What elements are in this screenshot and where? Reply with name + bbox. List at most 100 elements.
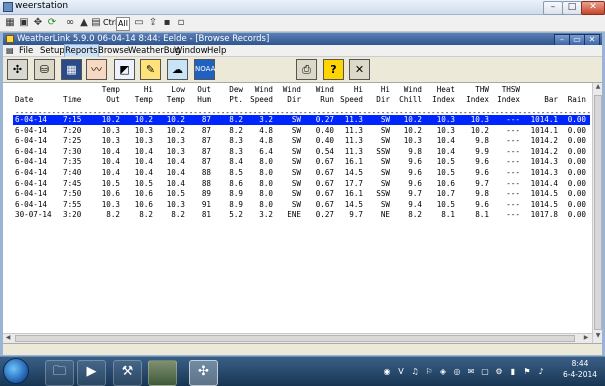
table-cell: 91 — [201, 199, 211, 209]
header-top-cell: Wind — [315, 85, 334, 94]
help-icon[interactable]: ? — [323, 59, 344, 80]
minimize-button[interactable]: – — [543, 1, 563, 15]
tray-icon-7[interactable]: ✉ — [466, 367, 476, 377]
table-cell: 10.2 — [166, 125, 185, 135]
table-cell: 10.3 — [101, 125, 120, 135]
scroll-down-arrow-icon[interactable]: ▼ — [594, 332, 602, 342]
table-cell: 0.67 — [315, 199, 334, 209]
volume-icon[interactable]: ♪ — [536, 367, 546, 377]
table-cell: 10.4 — [436, 146, 455, 156]
table-cell: 9.6 — [408, 178, 422, 188]
tools-icon[interactable]: ⚒ — [113, 360, 142, 386]
outer-toolbar: ▦ ▣ ✥ ⟳ ∞ ▲ ▤ Ctrl All ▭ ⇪ ▪ ▫ — [0, 15, 605, 32]
table-cell: 10.5 — [436, 157, 455, 167]
menu-help[interactable]: Help — [207, 45, 226, 57]
station-icon[interactable]: ⛁ — [34, 59, 55, 80]
scroll-right-arrow-icon[interactable]: ▶ — [581, 334, 591, 343]
settings-icon[interactable]: ✥ — [32, 17, 44, 29]
grid-icon[interactable]: ▦ — [4, 17, 16, 29]
tray-icon-1[interactable]: ◉ — [382, 367, 392, 377]
table-cell: --- — [506, 189, 520, 199]
header-top-cell: Hi — [143, 85, 153, 94]
table-cell: SW — [380, 178, 390, 188]
save-icon[interactable]: ▪ — [161, 17, 173, 29]
table-cell: 6-04-14 — [15, 115, 48, 124]
export-icon[interactable]: ▫ — [175, 17, 187, 29]
table-cell: 9.9 — [475, 146, 489, 156]
link-icon[interactable]: ∞ — [64, 17, 76, 29]
close-button[interactable]: ✕ — [581, 1, 605, 15]
scroll-up-arrow-icon[interactable]: ▲ — [594, 83, 602, 93]
tray-icon-3[interactable]: ♫ — [410, 367, 420, 377]
lock-icon[interactable]: ▲ — [78, 17, 90, 29]
menu-window[interactable]: Window — [174, 45, 208, 57]
close-icon[interactable]: ✕ — [349, 59, 370, 80]
header-cell: Date — [15, 95, 34, 104]
horizontal-scroll-thumb[interactable] — [15, 335, 575, 342]
refresh-icon[interactable]: ⟳ — [46, 17, 58, 29]
noaa-icon[interactable]: NOAA — [194, 59, 215, 80]
monitor-icon[interactable]: ▣ — [18, 17, 30, 29]
tray-icon-5[interactable]: ◈ — [438, 367, 448, 377]
header-cell: Speed — [250, 95, 273, 104]
monitor-icon[interactable]: ▦ — [61, 59, 82, 80]
header-cell: Out — [106, 95, 120, 104]
table-cell: 8.1 — [475, 210, 489, 220]
table-cell: 7:25 — [63, 136, 82, 146]
table-cell: 10.3 — [101, 199, 120, 209]
upload-icon[interactable]: ⇪ — [147, 17, 159, 29]
menu-reports[interactable]: Reports — [64, 44, 99, 58]
status-bar — [3, 343, 602, 355]
doc-icon[interactable]: ▤ — [6, 45, 14, 57]
all-button[interactable]: All — [116, 17, 130, 31]
window-icon[interactable]: ▭ — [133, 17, 145, 29]
table-cell: 9.7 — [349, 210, 363, 220]
network-icon[interactable]: ▮ — [508, 367, 518, 377]
outer-window-title: weerstation — [15, 1, 69, 11]
vertical-scroll-thumb[interactable] — [594, 95, 602, 330]
table-cell: 0.40 — [315, 125, 334, 135]
table-cell: 8.2 — [408, 210, 422, 220]
wind-rose-icon[interactable]: ✣ — [7, 59, 28, 80]
weatherlink-photo-icon[interactable] — [148, 360, 177, 386]
graph-icon[interactable]: ◩ — [114, 59, 135, 80]
table-cell: 8.2 — [229, 115, 243, 124]
print-icon[interactable]: ⎙ — [296, 59, 317, 80]
header-cell: Bar — [544, 95, 558, 104]
tray-icon-9[interactable]: ⚙ — [494, 367, 504, 377]
menu-browse[interactable]: Browse — [98, 45, 129, 57]
taskbar-clock[interactable]: 8:44 6-4-2014 — [560, 358, 600, 384]
notepad-icon[interactable]: ✎ — [140, 59, 161, 80]
table-cell: 6-04-14 — [15, 157, 48, 167]
start-button[interactable] — [3, 358, 29, 384]
table-cell: 10.2 — [403, 125, 422, 135]
tray-icon-2[interactable]: V — [396, 367, 406, 377]
strip-chart-icon[interactable]: 〰 — [86, 59, 107, 80]
tray-icon-4[interactable]: ⚐ — [424, 367, 434, 377]
flag-icon[interactable]: ⚑ — [522, 367, 532, 377]
file-icon[interactable]: ▤ — [90, 17, 102, 29]
menu-setup[interactable]: Setup — [40, 45, 65, 57]
header-top-cell: Hi — [380, 85, 390, 94]
scroll-left-arrow-icon[interactable]: ◀ — [3, 334, 13, 343]
weatherlink-active-icon[interactable]: ✣ — [189, 360, 218, 386]
table-cell: 10.3 — [134, 125, 153, 135]
tray-icon-8[interactable]: ▢ — [480, 367, 490, 377]
table-cell: SW — [291, 125, 301, 135]
horizontal-scrollbar[interactable]: ◀ ▶ — [3, 333, 592, 343]
header-cell: Dir — [376, 95, 390, 104]
table-cell: 88 — [201, 168, 211, 177]
media-player-icon[interactable]: ▶ — [77, 360, 106, 386]
explorer-icon[interactable]: 🗀 — [45, 360, 74, 386]
menu-file[interactable]: File — [19, 45, 33, 57]
upload-icon[interactable]: ☁ — [167, 59, 188, 80]
records-grid[interactable]: Temp Hi Low Out Dew Wind Wind Wind Hi Hi Wind Heat T… — [3, 83, 592, 333]
tray-icon-6[interactable]: ◎ — [452, 367, 462, 377]
table-cell: 6-04-14 — [15, 189, 48, 199]
table-cell: 6-04-14 — [15, 136, 48, 146]
table-cell: 8.0 — [259, 157, 273, 167]
menu-weatherbug[interactable]: WeatherBug — [128, 45, 180, 57]
table-cell: 11.3 — [344, 146, 363, 156]
vertical-scrollbar[interactable]: ▲ ▼ — [592, 83, 602, 351]
maximize-button[interactable]: □ — [562, 1, 582, 15]
